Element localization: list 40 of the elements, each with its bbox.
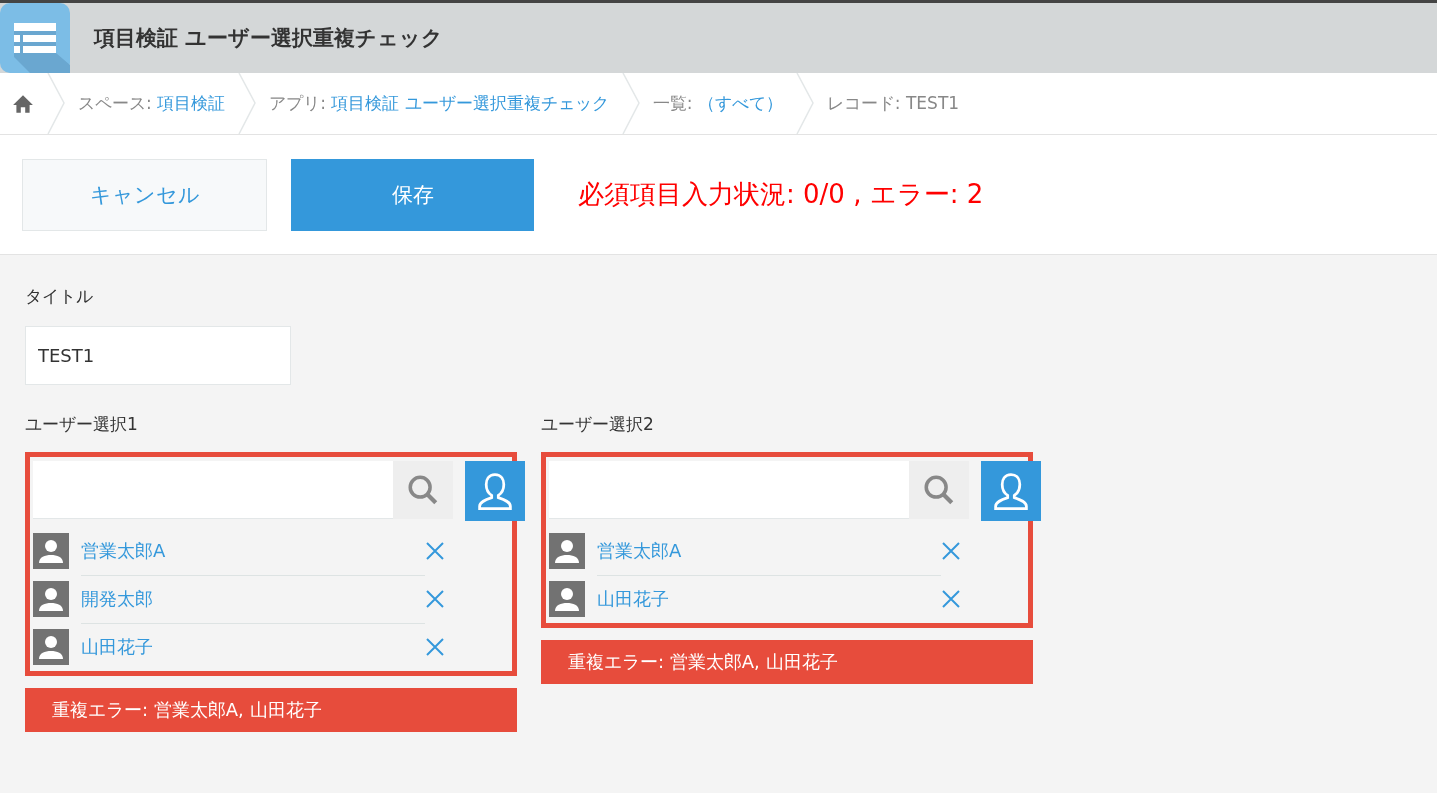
breadcrumb-item: レコード: TEST1 [826,92,960,115]
user-avatar-icon [33,533,69,569]
remove-icon[interactable] [425,589,445,609]
save-button[interactable]: 保存 [291,158,534,231]
error-status: 必須項目入力状況: 0/0 , エラー: 2 [578,178,984,211]
remove-icon[interactable] [941,589,961,609]
duplicate-error-message: 重複エラー: 営業太郎A, 山田花子 [541,640,1033,684]
user-avatar-icon [549,533,585,569]
search-button[interactable] [909,461,969,519]
remove-icon[interactable] [941,541,961,561]
field-label: ユーザー選択2 [541,413,655,436]
user-avatar-icon [33,581,69,617]
user-name-link[interactable]: 開発太郎 [81,574,425,624]
breadcrumb-link[interactable]: 項目検証 ユーザー選択重複チェック [331,93,609,113]
remove-icon[interactable] [425,637,445,657]
user-avatar-icon [549,581,585,617]
breadcrumb-item: スペース: 項目検証 [78,92,226,115]
field-label: タイトル [25,285,94,308]
user-name-link[interactable]: 山田花子 [597,575,941,623]
breadcrumb-link[interactable]: 項目検証 [157,93,226,113]
search-icon [922,473,956,507]
remove-icon[interactable] [425,541,445,561]
user-picker-button[interactable] [981,461,1041,521]
user-search-field[interactable] [33,461,393,519]
search-icon [406,473,440,507]
app-title: 項目検証 ユーザー選択重複チェック [94,25,444,52]
duplicate-error-message: 重複エラー: 営業太郎A, 山田花子 [25,688,517,732]
breadcrumb-link[interactable]: （すべて） [697,93,783,113]
search-button[interactable] [393,461,453,519]
breadcrumb-item: 一覧: （すべて） [652,92,783,115]
field-label: ユーザー選択1 [25,413,139,436]
cancel-button[interactable]: キャンセル [22,158,267,231]
user-name-link[interactable]: 山田花子 [81,623,425,671]
user-name-link[interactable]: 営業太郎A [81,526,425,576]
title-field[interactable]: TEST1 [25,326,291,385]
breadcrumb-item: アプリ: 項目検証 ユーザー選択重複チェック [269,92,609,115]
user-avatar-icon [33,629,69,665]
user-name-link[interactable]: 営業太郎A [597,526,941,576]
user-picker-button[interactable] [465,461,525,521]
user-search-field[interactable] [549,461,909,519]
